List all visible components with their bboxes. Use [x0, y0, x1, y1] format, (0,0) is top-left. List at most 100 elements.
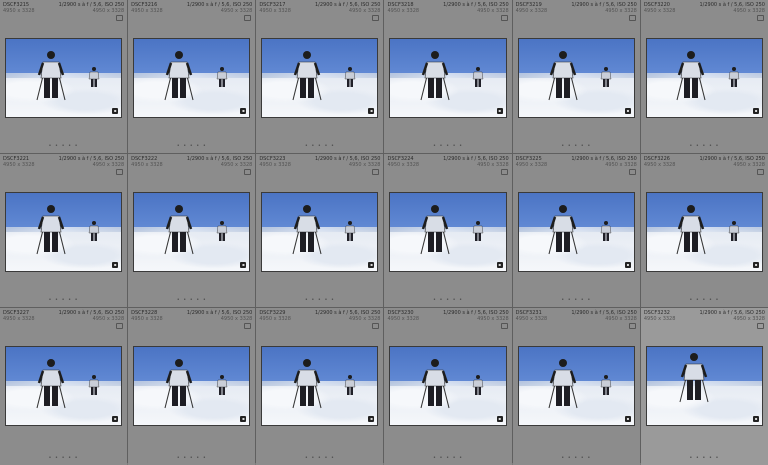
photo-thumbnail[interactable]: ▪: [645, 192, 763, 272]
photo-thumbnail[interactable]: ▪: [389, 38, 507, 118]
skier-figure: [290, 358, 324, 410]
photo-thumbnail[interactable]: ▪: [261, 192, 379, 272]
skier-figure: [162, 358, 196, 410]
edit-badge-icon: ▪: [368, 262, 375, 268]
flag-icon[interactable]: [116, 169, 124, 175]
photo-dimensions: 4950 x 3328: [515, 316, 548, 322]
edit-badge-icon: ▪: [112, 416, 119, 422]
cell-header: DSCF3216 1/2900 s à f / 5,6, ISO 250 495…: [131, 2, 252, 14]
photo-dimensions-right: 4950 x 3328: [733, 8, 765, 14]
skier-figure: [290, 50, 324, 102]
photo-dimensions: 4950 x 3328: [3, 316, 35, 322]
photo-dimensions: 4950 x 3328: [643, 316, 676, 322]
thumbnail-cell[interactable]: DSCF3229 1/2900 s à f / 5,6, ISO 250 495…: [256, 308, 384, 465]
cell-footer-dots: • • • • •: [689, 297, 720, 303]
thumbnail-cell[interactable]: DSCF3223 1/2900 s à f / 5,6, ISO 250 495…: [256, 154, 384, 307]
photo-dimensions: 4950 x 3328: [131, 162, 163, 168]
photo-dimensions: 4950 x 3328: [131, 8, 163, 14]
edit-badge-icon: ▪: [112, 262, 119, 268]
cell-footer-dots: • • • • •: [433, 143, 464, 149]
cell-header: DSCF3226 1/2900 s à f / 5,6, ISO 250 495…: [644, 156, 765, 168]
background-skier-figure: [471, 66, 485, 88]
flag-icon[interactable]: [756, 169, 764, 175]
photo-thumbnail[interactable]: ▪: [5, 38, 123, 118]
photo-thumbnail[interactable]: ▪: [517, 38, 635, 118]
photo-thumbnail[interactable]: ▪: [645, 346, 763, 426]
flag-icon[interactable]: [500, 323, 508, 329]
thumbnail-cell[interactable]: DSCF3220 1/2900 s à f / 5,6, ISO 250 495…: [640, 0, 768, 153]
thumbnail-cell[interactable]: DSCF3216 1/2900 s à f / 5,6, ISO 250 495…: [128, 0, 256, 153]
flag-icon[interactable]: [244, 15, 252, 21]
flag-icon[interactable]: [244, 169, 252, 175]
thumbnail-cell[interactable]: DSCF3222 1/2900 s à f / 5,6, ISO 250 495…: [128, 154, 256, 307]
cell-footer-dots: • • • • •: [48, 455, 79, 461]
photo-thumbnail[interactable]: ▪: [133, 192, 251, 272]
thumbnail-cell[interactable]: DSCF3230 1/2900 s à f / 5,6, ISO 250 495…: [384, 308, 512, 465]
skier-figure: [418, 204, 452, 256]
flag-icon[interactable]: [756, 323, 764, 329]
thumbnail-cell[interactable]: DSCF3215 1/2900 s à f / 5,6, ISO 250 495…: [0, 0, 128, 153]
photo-thumbnail[interactable]: ▪: [517, 346, 635, 426]
flag-icon[interactable]: [628, 15, 636, 21]
flag-icon[interactable]: [628, 323, 636, 329]
flag-icon[interactable]: [372, 323, 380, 329]
flag-icon[interactable]: [244, 323, 252, 329]
skier-figure: [34, 50, 68, 102]
photo-dimensions-right: 4950 x 3328: [477, 316, 509, 322]
photo-dimensions: 4950 x 3328: [387, 316, 420, 322]
edit-badge-icon: ▪: [112, 108, 119, 114]
cell-footer-dots: • • • • •: [176, 143, 207, 149]
flag-icon[interactable]: [372, 15, 380, 21]
thumbnail-cell[interactable]: DSCF3218 1/2900 s à f / 5,6, ISO 250 495…: [384, 0, 512, 153]
edit-badge-icon: ▪: [624, 416, 631, 422]
photo-dimensions: 4950 x 3328: [643, 162, 676, 168]
skier-figure: [418, 50, 452, 102]
thumbnail-cell[interactable]: DSCF3226 1/2900 s à f / 5,6, ISO 250 495…: [640, 154, 768, 307]
flag-icon[interactable]: [500, 15, 508, 21]
photo-thumbnail[interactable]: ▪: [133, 346, 251, 426]
cell-header: DSCF3217 1/2900 s à f / 5,6, ISO 250 495…: [259, 2, 380, 14]
thumbnail-cell[interactable]: DSCF3227 1/2900 s à f / 5,6, ISO 250 495…: [0, 308, 128, 465]
photo-dimensions: 4950 x 3328: [259, 316, 291, 322]
thumbnail-cell[interactable]: DSCF3221 1/2900 s à f / 5,6, ISO 250 495…: [0, 154, 128, 307]
flag-icon[interactable]: [628, 169, 636, 175]
background-skier-figure: [599, 66, 613, 88]
photo-thumbnail[interactable]: ▪: [5, 192, 123, 272]
cell-footer-dots: • • • • •: [433, 455, 464, 461]
thumbnail-cell[interactable]: DSCF3231 1/2900 s à f / 5,6, ISO 250 495…: [512, 308, 640, 465]
cell-header: DSCF3224 1/2900 s à f / 5,6, ISO 250 495…: [387, 156, 508, 168]
thumbnail-cell[interactable]: DSCF3228 1/2900 s à f / 5,6, ISO 250 495…: [128, 308, 256, 465]
background-skier-figure: [599, 220, 613, 242]
photo-dimensions: 4950 x 3328: [643, 8, 676, 14]
photo-dimensions-right: 4950 x 3328: [92, 8, 125, 14]
photo-thumbnail[interactable]: ▪: [5, 346, 123, 426]
photo-thumbnail[interactable]: ▪: [389, 192, 507, 272]
background-skier-figure: [215, 66, 229, 88]
flag-icon[interactable]: [116, 15, 124, 21]
edit-badge-icon: ▪: [752, 416, 759, 422]
thumbnail-cell[interactable]: DSCF3225 1/2900 s à f / 5,6, ISO 250 495…: [512, 154, 640, 307]
background-skier-figure: [471, 374, 485, 396]
photo-thumbnail[interactable]: ▪: [133, 38, 251, 118]
thumbnail-cell[interactable]: DSCF3217 1/2900 s à f / 5,6, ISO 250 495…: [256, 0, 384, 153]
cell-footer-dots: • • • • •: [689, 143, 720, 149]
photo-thumbnail[interactable]: ▪: [517, 192, 635, 272]
cell-header: DSCF3219 1/2900 s à f / 5,6, ISO 250 495…: [516, 2, 637, 14]
thumbnail-cell[interactable]: DSCF3232 1/2900 s à f / 5,6, ISO 250 495…: [640, 308, 768, 465]
skier-figure: [677, 352, 711, 404]
flag-icon[interactable]: [116, 323, 124, 329]
background-skier-figure: [87, 220, 101, 242]
flag-icon[interactable]: [500, 169, 508, 175]
photo-thumbnail[interactable]: ▪: [261, 346, 379, 426]
thumbnail-cell[interactable]: DSCF3219 1/2900 s à f / 5,6, ISO 250 495…: [512, 0, 640, 153]
photo-dimensions-right: 4950 x 3328: [477, 162, 509, 168]
photo-thumbnail[interactable]: ▪: [645, 38, 763, 118]
flag-icon[interactable]: [756, 15, 764, 21]
thumbnail-cell[interactable]: DSCF3224 1/2900 s à f / 5,6, ISO 250 495…: [384, 154, 512, 307]
photo-dimensions: 4950 x 3328: [387, 162, 420, 168]
skier-figure: [290, 204, 324, 256]
photo-thumbnail[interactable]: ▪: [261, 38, 379, 118]
flag-icon[interactable]: [372, 169, 380, 175]
cell-footer-dots: • • • • •: [48, 143, 79, 149]
photo-thumbnail[interactable]: ▪: [389, 346, 507, 426]
